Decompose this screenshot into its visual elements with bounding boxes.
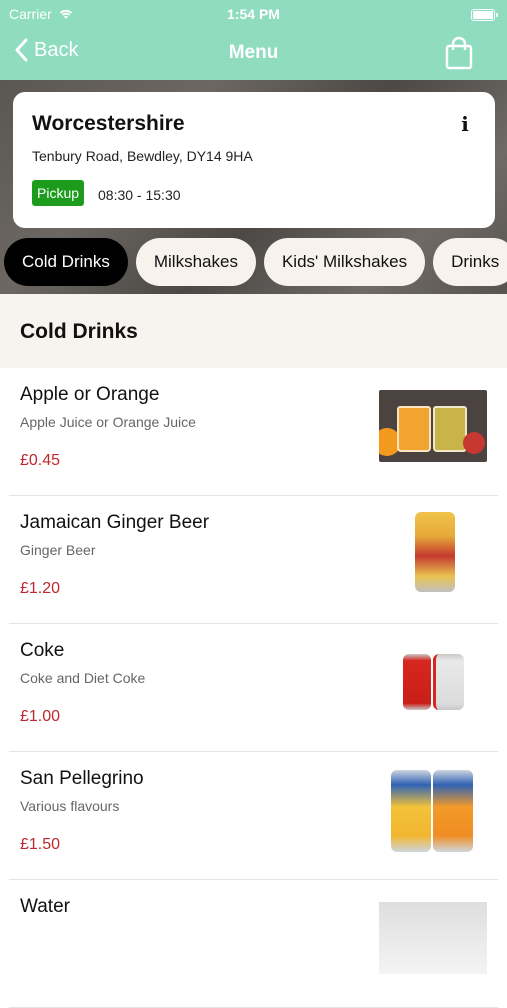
- store-hero: Worcestershire i Tenbury Road, Bewdley, …: [0, 80, 507, 294]
- store-card: Worcestershire i Tenbury Road, Bewdley, …: [13, 92, 495, 228]
- item-name: Water: [20, 896, 70, 917]
- water-bottle-image: [379, 902, 487, 974]
- item-name: San Pellegrino: [20, 768, 144, 789]
- status-time: 1:54 PM: [227, 6, 280, 22]
- item-name: Apple or Orange: [20, 384, 160, 405]
- menu-list: Apple or Orange Apple Juice or Orange Ju…: [0, 368, 507, 1008]
- pickup-badge: Pickup: [32, 180, 85, 206]
- list-item[interactable]: San Pellegrino Various flavours £1.50: [9, 752, 498, 880]
- item-name: Coke: [20, 640, 65, 661]
- status-bar: Carrier 1:54 PM: [0, 4, 507, 24]
- item-name: Jamaican Ginger Beer: [20, 512, 210, 533]
- item-description: Apple Juice or Orange Juice: [20, 414, 196, 430]
- san-pellegrino-cans-image: [379, 770, 487, 852]
- section-header: Cold Drinks: [0, 294, 507, 368]
- section-title: Cold Drinks: [20, 320, 138, 343]
- juice-glasses-image: [379, 390, 487, 462]
- shopping-bag-icon: [445, 36, 473, 70]
- tab-milkshakes[interactable]: Milkshakes: [135, 238, 256, 286]
- battery-icon: [471, 9, 498, 21]
- tab-kids-milkshakes[interactable]: Kids' Milkshakes: [263, 238, 426, 286]
- category-tabs: Cold Drinks Milkshakes Kids' Milkshakes …: [4, 238, 507, 286]
- page-title: Menu: [228, 42, 279, 63]
- info-icon[interactable]: i: [457, 112, 473, 136]
- tab-cold-drinks[interactable]: Cold Drinks: [4, 238, 128, 286]
- item-price: £0.45: [20, 452, 61, 469]
- item-description: Coke and Diet Coke: [20, 670, 146, 686]
- item-description: Various flavours: [20, 798, 120, 814]
- top-bar: Carrier 1:54 PM Back Menu: [0, 0, 507, 80]
- item-price: £1.50: [20, 836, 61, 853]
- ginger-beer-can-image: [379, 512, 487, 592]
- store-address: Tenbury Road, Bewdley, DY14 9HA: [32, 148, 253, 164]
- store-name: Worcestershire: [32, 112, 185, 135]
- coke-cans-image: [379, 646, 487, 718]
- item-price: £1.00: [20, 708, 61, 725]
- item-price: £1.20: [20, 580, 61, 597]
- tab-drinks[interactable]: Drinks: [433, 238, 507, 286]
- list-item[interactable]: Coke Coke and Diet Coke £1.00: [9, 624, 498, 752]
- list-item[interactable]: Apple or Orange Apple Juice or Orange Ju…: [9, 368, 498, 496]
- list-item[interactable]: Water: [9, 880, 498, 1008]
- nav-bar: Back Menu: [0, 30, 507, 76]
- shopping-bag-button[interactable]: [445, 36, 473, 75]
- opening-hours: 08:30 - 15:30: [98, 187, 181, 203]
- list-item[interactable]: Jamaican Ginger Beer Ginger Beer £1.20: [9, 496, 498, 624]
- item-description: Ginger Beer: [20, 542, 96, 558]
